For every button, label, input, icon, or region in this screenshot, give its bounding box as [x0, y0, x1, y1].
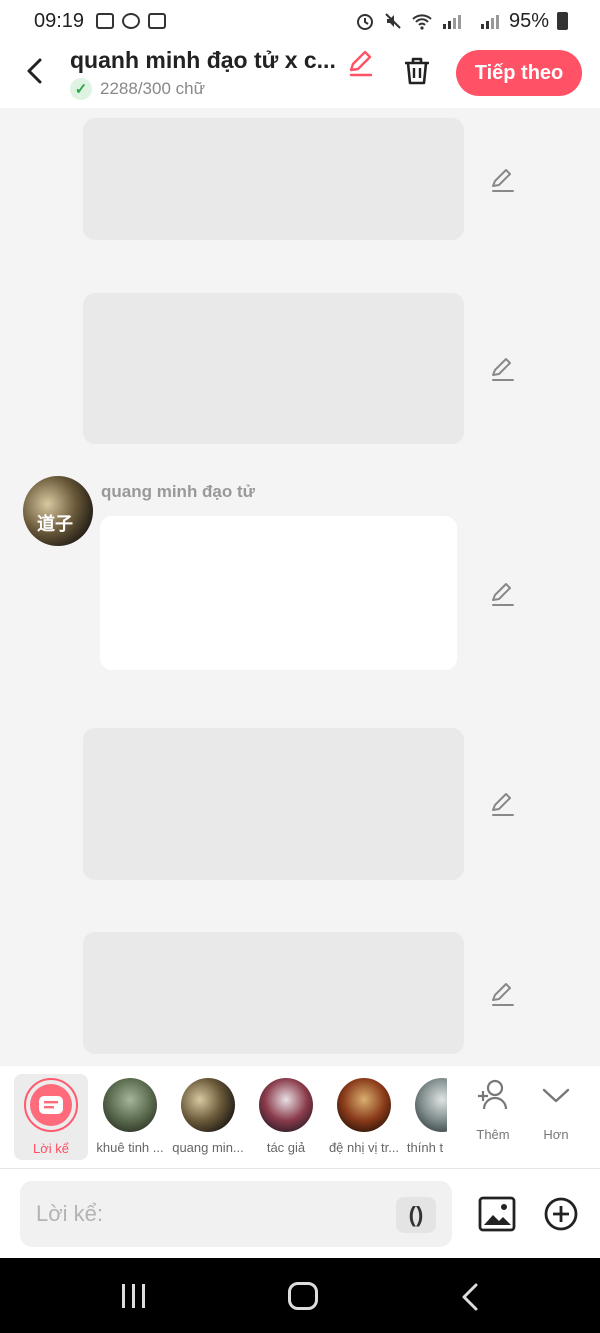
character-avatar[interactable]: 道子 [23, 476, 93, 546]
gallery-icon [96, 13, 115, 29]
wifi-icon [412, 14, 432, 30]
more-label: Thêm [476, 1127, 510, 1142]
character-option[interactable]: đệ nhị vị tr... [325, 1074, 403, 1158]
character-label: đệ nhị vị tr... [328, 1140, 400, 1155]
character-label: quang min... [172, 1140, 244, 1155]
app-notification-icon [122, 13, 141, 29]
character-avatar [181, 1078, 235, 1132]
home-icon[interactable] [288, 1282, 318, 1310]
trash-icon[interactable] [400, 54, 434, 88]
less-label: Hơn [543, 1127, 569, 1142]
narration-label: Lời kể [33, 1141, 69, 1156]
next-button[interactable]: Tiếp theo [456, 50, 582, 96]
speaker-name: quang minh đạo tử [101, 482, 255, 501]
image-icon[interactable] [478, 1195, 516, 1233]
edit-message-icon[interactable] [489, 580, 517, 608]
check-icon: ✓ [70, 78, 92, 100]
battery-percent: 95% [508, 9, 549, 32]
status-right: 95% [355, 10, 568, 33]
narration-bubble[interactable] [83, 118, 464, 240]
edit-message-icon[interactable] [489, 166, 517, 194]
input-bar: () [0, 1168, 600, 1258]
signal-icon [442, 15, 461, 29]
collapse-button[interactable]: Hơn [526, 1076, 586, 1142]
avatar-glyph: 道子 [37, 514, 73, 534]
word-count-row: ✓ 2288/300 chữ [70, 78, 205, 100]
signal-2-icon [480, 15, 499, 29]
character-option[interactable]: tác giả [247, 1074, 325, 1158]
chat-area[interactable]: 道子 quang minh đạo tử [0, 108, 600, 1066]
character-option[interactable]: quang min... [169, 1074, 247, 1158]
back-icon[interactable] [18, 54, 52, 88]
word-count: 2288/300 chữ [100, 79, 205, 98]
edit-message-icon[interactable] [489, 980, 517, 1008]
add-person-icon [478, 1079, 508, 1110]
character-label: khuê tinh ... [96, 1140, 164, 1155]
add-circle-icon[interactable] [543, 1196, 579, 1232]
system-nav-bar [0, 1258, 600, 1333]
editor-header: quanh minh đạo tử x c... ✓ 2288/300 chữ … [0, 42, 600, 108]
edit-title-icon[interactable] [346, 48, 376, 78]
character-selector: Lời kể khuê tinh ... quang min... tác gi… [0, 1066, 600, 1168]
narration-bubble[interactable] [83, 293, 464, 444]
nav-back-icon[interactable] [458, 1282, 482, 1312]
character-avatar [259, 1078, 313, 1132]
narration-bubble[interactable] [83, 728, 464, 880]
narration-bubble[interactable] [83, 932, 464, 1054]
character-option[interactable]: khuê tinh ... [91, 1074, 169, 1158]
character-option[interactable]: thính t [403, 1074, 447, 1158]
story-title[interactable]: quanh minh đạo tử x c... [70, 47, 336, 74]
mute-icon [385, 13, 401, 29]
dialogue-bubble[interactable] [100, 516, 457, 670]
character-label: thính t [406, 1140, 444, 1155]
character-label: tác giả [266, 1140, 306, 1155]
recent-apps-icon[interactable] [122, 1284, 145, 1308]
alarm-icon [356, 14, 373, 30]
character-avatar [103, 1078, 157, 1132]
battery-icon [557, 12, 568, 30]
edit-message-icon[interactable] [489, 355, 517, 383]
chevron-down-icon [542, 1088, 570, 1103]
message-input[interactable] [20, 1181, 452, 1247]
add-character-button[interactable]: Thêm [463, 1076, 523, 1142]
youtube-icon [148, 13, 167, 29]
paren-button[interactable]: () [396, 1197, 436, 1233]
character-avatar [415, 1078, 447, 1132]
edit-message-icon[interactable] [489, 790, 517, 818]
character-avatar [337, 1078, 391, 1132]
narration-circle [24, 1078, 78, 1132]
status-bar: 09:19 95% [0, 0, 600, 42]
narration-icon [30, 1084, 72, 1126]
narration-selector[interactable]: Lời kể [14, 1074, 88, 1160]
status-time: 09:19 [34, 9, 85, 32]
notification-icons [96, 13, 167, 29]
